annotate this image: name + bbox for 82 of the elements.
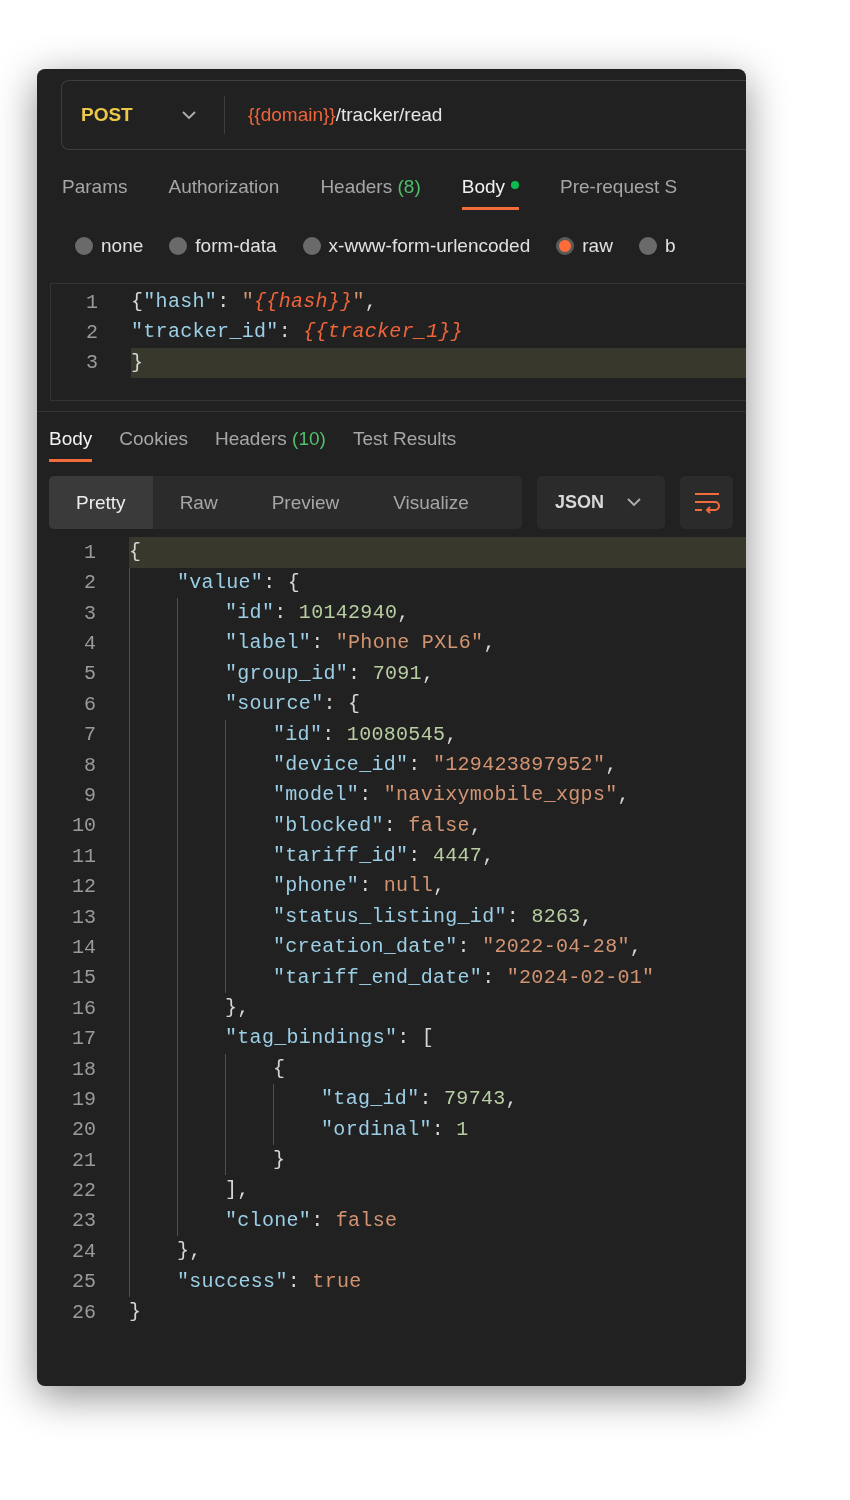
url-bar[interactable]: POST {{domain}}/tracker/read [61,80,746,150]
code-line: "tracker_id": {{tracker_1}} [131,319,465,346]
line-number: 10 [71,814,97,838]
code-line: "tariff_end_date": "2024-02-01" [129,962,746,994]
line-number: 18 [71,1057,97,1081]
wrap-lines-icon [693,491,720,514]
line-number: 14 [71,935,97,959]
code-line: "tag_bindings": [ [129,1023,746,1054]
line-number: 7 [83,723,97,747]
request-tab[interactable]: Pre-request S [560,176,678,210]
line-number: 19 [71,1087,97,1111]
code-line: "value": { [129,567,746,598]
url-text: {{domain}}/tracker/read [248,104,443,126]
line-number: 9 [83,784,97,807]
line-number: 13 [71,905,97,929]
view-mode-button[interactable]: Preview [244,476,367,530]
view-mode-button[interactable]: Visualize [366,476,496,530]
line-number: 5 [83,662,97,686]
code-line: "group_id": 7091, [129,658,746,690]
response-tab[interactable]: Headers (10) [214,428,326,463]
body-type-radio[interactable]: x-www-form-urlencoded [302,235,531,257]
line-number: 8 [83,753,97,777]
view-mode-button[interactable]: Pretty [49,476,153,530]
code-line: }, [129,1236,746,1267]
response-tab[interactable]: Cookies [119,428,188,463]
code-line: "source": { [129,689,746,720]
code-line: ], [129,1175,746,1206]
code-line: "ordinal": 1 [129,1114,746,1145]
wrap-lines-button[interactable] [680,476,733,530]
line-number: 2 [83,571,97,595]
body-type-radio[interactable]: raw [556,235,613,257]
line-number: 17 [71,1027,97,1051]
line-number: 12 [71,875,97,899]
line-number: 1 [83,540,97,564]
code-line: "clone": false [129,1205,746,1237]
line-number: 20 [71,1118,97,1142]
format-dropdown[interactable]: JSON [537,476,665,530]
chevron-down-icon [182,110,196,120]
method-dropdown[interactable]: POST [62,104,224,126]
line-number: 24 [71,1239,97,1263]
code-line: } [129,1145,746,1176]
line-number: 4 [83,632,97,656]
body-type-radio[interactable]: b [638,235,676,257]
code-line: } [129,1298,143,1325]
body-type-radio[interactable]: none [75,235,144,257]
line-number: 25 [71,1270,97,1294]
line-number: 3 [83,601,97,625]
code-line: "status_listing_id": 8263, [129,901,746,933]
response-tab[interactable]: Test Results [352,428,457,463]
line-number: 3 [85,351,99,375]
code-line: }, [129,993,746,1024]
response-tab[interactable]: Body [49,428,93,463]
request-tab[interactable]: Authorization [168,176,280,210]
code-line: "creation_date": "2022-04-28", [129,932,746,963]
line-number: 22 [71,1179,97,1203]
line-number: 2 [85,321,99,345]
request-tab[interactable]: Params [62,176,128,210]
line-number: 11 [71,844,97,868]
code-line: "id": 10080545, [129,719,746,750]
line-number: 1 [85,290,99,314]
code-line: "label": "Phone PXL6", [129,628,746,659]
code-line: "id": 10142940, [129,597,746,629]
request-tab[interactable]: Headers (8) [320,176,421,210]
code-line: "tariff_id": 4447, [129,841,746,872]
line-number: 16 [71,996,97,1020]
code-line: "phone": null, [129,871,746,902]
line-number: 15 [71,966,97,990]
line-number: 6 [83,692,97,716]
line-number: 26 [71,1300,97,1324]
code-line: "device_id": "129423897952", [129,749,746,781]
code-line: "blocked": false, [129,810,746,842]
code-line: "tag_id": 79743, [129,1084,746,1115]
code-line: {"hash": "{{hash}}", [131,289,379,315]
code-line: { [129,1053,746,1085]
code-line: "success": true [129,1266,746,1297]
request-tab[interactable]: Body [461,176,520,210]
view-mode-button[interactable]: Raw [152,476,245,530]
chevron-down-icon [627,498,641,508]
code-line: "model": "navixymobile_xgps", [129,780,746,811]
body-type-radio[interactable]: form-data [169,235,277,257]
line-number: 23 [71,1209,97,1233]
line-number: 21 [71,1148,97,1172]
